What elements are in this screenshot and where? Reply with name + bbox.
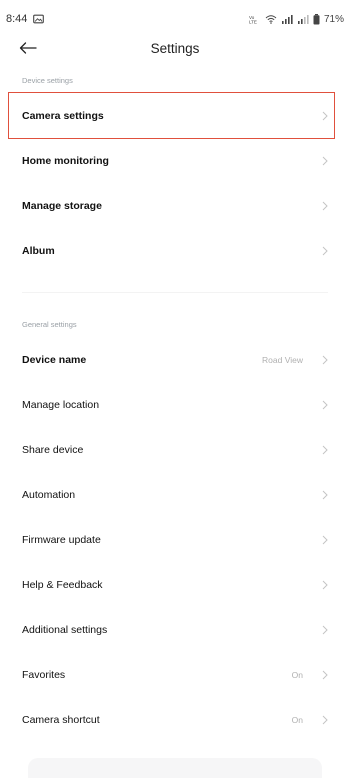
arrow-left-icon xyxy=(19,42,37,54)
row-value: On xyxy=(291,714,303,725)
row-label: Home monitoring xyxy=(22,154,109,167)
row-label: Favorites xyxy=(22,668,66,681)
row-label: Album xyxy=(22,244,55,257)
row-label: Firmware update xyxy=(22,533,101,546)
row-automation[interactable]: Automation xyxy=(0,472,350,517)
row-label: Manage storage xyxy=(22,199,102,212)
chevron-right-icon xyxy=(321,534,329,546)
chevron-right-icon xyxy=(321,110,329,122)
row-value: Road View xyxy=(262,354,303,365)
row-share-device[interactable]: Share device xyxy=(0,427,350,472)
row-label: Device name xyxy=(22,353,87,366)
chevron-right-icon xyxy=(321,624,329,636)
row-camera-shortcut[interactable]: Camera shortcut On xyxy=(0,697,350,742)
chevron-right-icon xyxy=(321,245,329,257)
vowifi-icon: Vo LTE xyxy=(249,14,261,24)
status-time: 8:44 xyxy=(6,13,28,25)
status-left: 8:44 xyxy=(6,13,45,25)
back-button[interactable] xyxy=(16,37,40,59)
chevron-right-icon xyxy=(321,714,329,726)
svg-text:LTE: LTE xyxy=(249,20,257,25)
row-manage-location[interactable]: Manage location xyxy=(0,382,350,427)
bottom-card[interactable] xyxy=(28,758,322,778)
chevron-right-icon xyxy=(321,200,329,212)
row-label: Help & Feedback xyxy=(22,578,103,591)
page-title: Settings xyxy=(150,40,200,56)
gallery-icon xyxy=(33,14,45,24)
section-divider xyxy=(22,292,328,293)
chevron-right-icon xyxy=(321,579,329,591)
signal-icon-2 xyxy=(297,14,309,24)
section-header-general-settings: General settings xyxy=(22,320,77,329)
battery-level: 71% xyxy=(323,13,344,25)
row-album[interactable]: Album xyxy=(0,228,350,273)
row-firmware-update[interactable]: Firmware update xyxy=(0,517,350,562)
row-label: Additional settings xyxy=(22,623,108,636)
section-header-device-settings: Device settings xyxy=(22,76,73,85)
row-device-name[interactable]: Device name Road View xyxy=(0,337,350,382)
row-help-feedback[interactable]: Help & Feedback xyxy=(0,562,350,607)
chevron-right-icon xyxy=(321,489,329,501)
row-label: Manage location xyxy=(22,398,100,411)
row-additional-settings[interactable]: Additional settings xyxy=(0,607,350,652)
chevron-right-icon xyxy=(321,155,329,167)
wifi-icon xyxy=(265,14,277,24)
row-label: Automation xyxy=(22,488,76,501)
row-favorites[interactable]: Favorites On xyxy=(0,652,350,697)
status-right: Vo LTE 71% xyxy=(249,13,344,25)
signal-icon xyxy=(281,14,293,24)
chevron-right-icon xyxy=(321,444,329,456)
row-label: Camera shortcut xyxy=(22,713,100,726)
chevron-right-icon xyxy=(321,669,329,681)
row-label: Camera settings xyxy=(22,109,104,122)
chevron-right-icon xyxy=(321,399,329,411)
top-bar: Settings xyxy=(0,30,350,66)
row-value: On xyxy=(291,669,303,680)
row-manage-storage[interactable]: Manage storage xyxy=(0,183,350,228)
row-camera-settings[interactable]: Camera settings xyxy=(0,93,350,138)
row-home-monitoring[interactable]: Home monitoring xyxy=(0,138,350,183)
chevron-right-icon xyxy=(321,354,329,366)
row-label: Share device xyxy=(22,443,84,456)
battery-icon xyxy=(313,13,320,25)
